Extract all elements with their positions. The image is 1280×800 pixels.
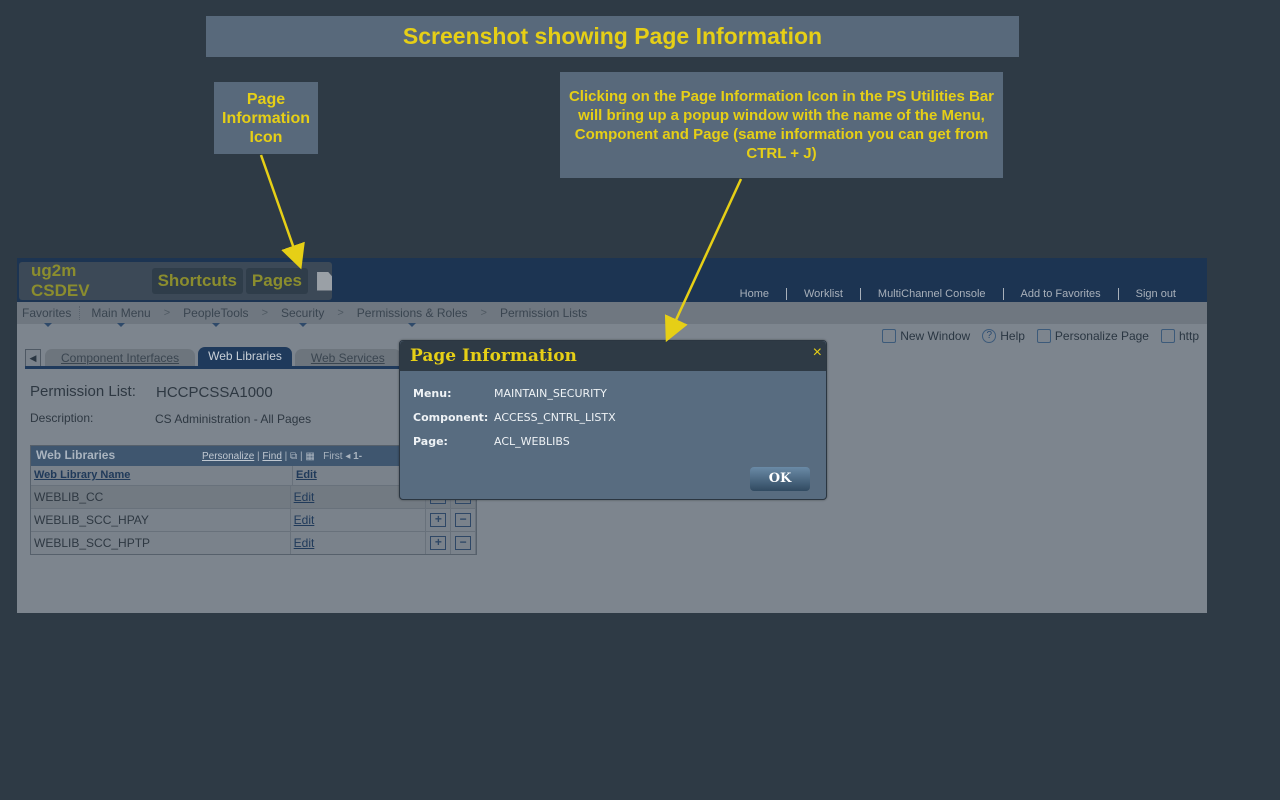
chevron-down-icon — [117, 323, 126, 327]
dialog-title-bar: Page Information × — [400, 341, 826, 371]
find-link[interactable]: Find — [262, 451, 281, 462]
ok-button[interactable]: OK — [750, 467, 810, 491]
chevron-right-icon: > — [163, 307, 171, 319]
add-row-icon[interactable]: + — [430, 513, 447, 527]
breadcrumb-permission-lists[interactable]: Permission Lists — [495, 306, 592, 320]
tab-scroll-left-icon[interactable]: ◀ — [25, 349, 41, 367]
pencil-icon — [1036, 329, 1051, 343]
tab-underline — [25, 366, 407, 369]
sign-out-link[interactable]: Sign out — [1117, 288, 1193, 300]
page-tabs: ◀ Component Interfaces Web Libraries Web… — [25, 347, 404, 367]
chevron-down-icon — [44, 323, 53, 327]
chevron-right-icon: > — [480, 307, 487, 319]
page-information-icon[interactable] — [317, 271, 332, 291]
menu-row: Menu: MAINTAIN_SECURITY — [413, 387, 607, 400]
shortcuts-button[interactable]: Shortcuts — [151, 268, 243, 294]
tab-web-libraries[interactable]: Web Libraries — [198, 347, 292, 367]
component-label: Component: — [413, 411, 489, 424]
page-value: ACL_WEBLIBS — [494, 435, 570, 448]
breadcrumb-permissions-roles[interactable]: Permissions & Roles — [352, 306, 473, 327]
arrow-to-icon — [259, 154, 305, 270]
chevron-right-icon: > — [337, 307, 344, 319]
personalize-page-link[interactable]: Personalize Page — [1036, 329, 1149, 343]
delete-row-icon[interactable]: − — [455, 536, 472, 550]
breadcrumb-favorites[interactable]: Favorites — [17, 306, 81, 327]
portal-header: ug2m CSDEV Shortcuts Pages Home Worklist… — [17, 258, 1207, 302]
new-window-link[interactable]: New Window — [882, 329, 970, 343]
chevron-down-icon — [298, 323, 307, 327]
dialog-title: Page Information — [410, 346, 577, 366]
table-row: WEBLIB_SCC_HPTP Edit + − — [31, 532, 476, 554]
personalize-grid-link[interactable]: Personalize — [202, 451, 254, 462]
chevron-right-icon: > — [261, 307, 268, 319]
breadcrumb-main-menu[interactable]: Main Menu — [86, 306, 155, 327]
help-icon: ? — [982, 329, 997, 343]
breadcrumb-security[interactable]: Security — [276, 306, 329, 327]
col-web-library-name[interactable]: Web Library Name — [31, 466, 293, 485]
first-link[interactable]: First — [323, 451, 342, 462]
page-label: Page: — [413, 435, 448, 448]
add-row-icon[interactable]: + — [430, 536, 447, 550]
ps-utilities-bar: ug2m CSDEV Shortcuts Pages — [19, 261, 332, 300]
view-all-icon[interactable]: ⧉ — [290, 451, 297, 462]
web-library-name: WEBLIB_CC — [31, 486, 291, 508]
header-links: Home Worklist MultiChannel Console Add t… — [723, 288, 1193, 300]
grid-title: Web Libraries — [36, 448, 116, 462]
table-row: WEBLIB_SCC_HPAY Edit + − — [31, 509, 476, 532]
breadcrumb-peopletools[interactable]: PeopleTools — [178, 306, 253, 327]
page-action-links: New Window ? Help Personalize Page http — [870, 329, 1199, 343]
tab-component-interfaces[interactable]: Component Interfaces — [45, 349, 196, 367]
chevron-down-icon — [408, 323, 417, 327]
new-window-icon — [882, 329, 897, 343]
description-value: CS Administration - All Pages — [155, 412, 312, 426]
page-information-dialog: Page Information × Menu: MAINTAIN_SECURI… — [399, 340, 827, 500]
add-to-favorites-link[interactable]: Add to Favorites — [1002, 288, 1118, 300]
close-icon[interactable]: × — [813, 344, 822, 362]
help-link[interactable]: ? Help — [982, 329, 1025, 343]
previous-icon[interactable]: ◂ — [345, 451, 350, 462]
menu-value: MAINTAIN_SECURITY — [494, 387, 607, 400]
breadcrumb: Favorites Main Menu > PeopleTools > Secu… — [17, 302, 1207, 327]
component-value: ACCESS_CNTRL_LISTX — [494, 411, 616, 424]
chevron-down-icon — [211, 323, 220, 327]
delete-row-icon[interactable]: − — [455, 513, 472, 527]
tab-web-services[interactable]: Web Services — [294, 349, 401, 367]
http-link[interactable]: http — [1160, 329, 1199, 343]
permission-list-label: Permission List: — [30, 383, 136, 400]
page-row: Page: ACL_WEBLIBS — [413, 435, 570, 448]
worklist-link[interactable]: Worklist — [785, 288, 860, 300]
pages-button[interactable]: Pages — [245, 268, 309, 294]
component-row: Component: ACCESS_CNTRL_LISTX — [413, 411, 616, 424]
permission-list-value: HCCPCSSA1000 — [156, 384, 273, 401]
table-icon — [1160, 329, 1175, 343]
web-library-name: WEBLIB_SCC_HPTP — [31, 532, 291, 554]
database-name: ug2m CSDEV — [31, 261, 90, 300]
row-range: 1- — [353, 451, 363, 462]
grid-navigation: Personalize | Find | ⧉ | ▦ First ◂ 1- — [202, 451, 363, 462]
edit-link[interactable]: Edit — [291, 532, 427, 554]
home-link[interactable]: Home — [723, 288, 786, 300]
web-library-name: WEBLIB_SCC_HPAY — [31, 509, 291, 531]
annotation-title: Screenshot showing Page Information — [206, 16, 1019, 57]
annotation-popup-callout: Clicking on the Page Information Icon in… — [560, 72, 1003, 178]
multichannel-console-link[interactable]: MultiChannel Console — [859, 288, 1003, 300]
edit-link[interactable]: Edit — [291, 509, 427, 531]
menu-label: Menu: — [413, 387, 452, 400]
download-grid-icon[interactable]: ▦ — [305, 451, 314, 462]
description-label: Description: — [30, 411, 94, 425]
annotation-icon-callout: Page Information Icon — [214, 82, 318, 154]
